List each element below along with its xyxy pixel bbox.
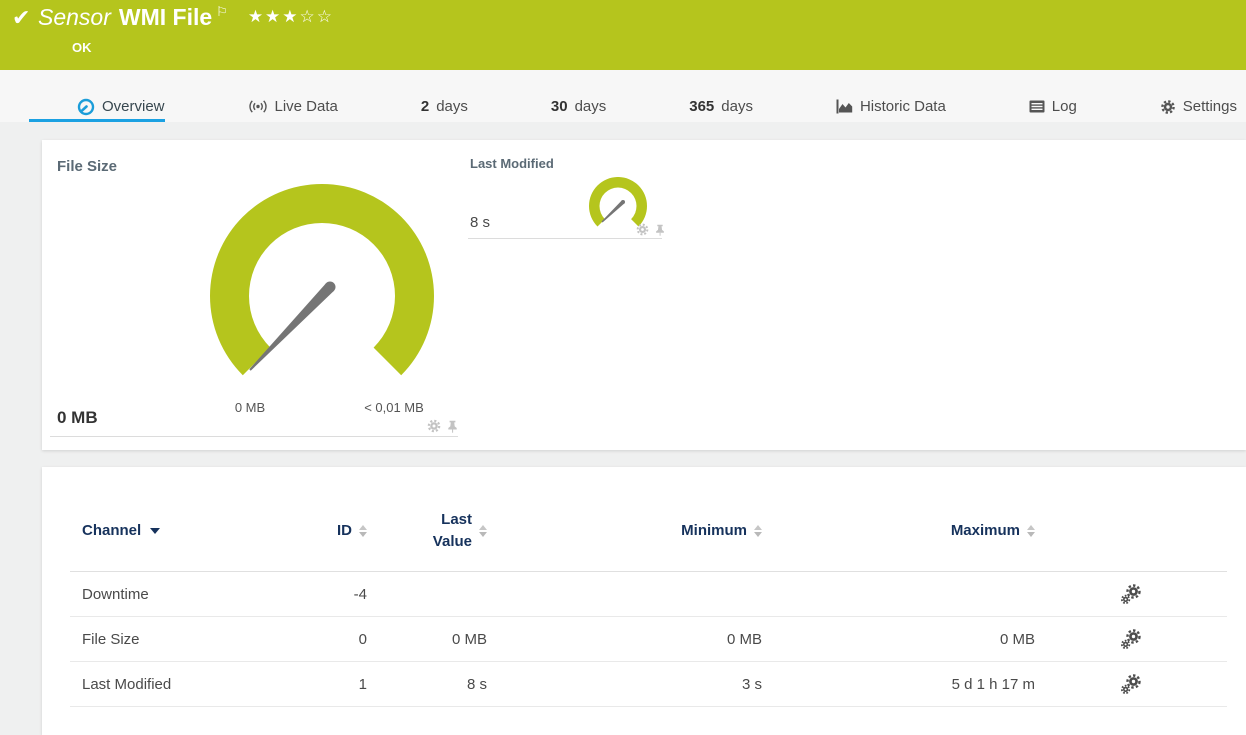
- gear-icon[interactable]: [636, 223, 649, 236]
- file-size-gauge: [210, 184, 434, 376]
- column-header-last-value[interactable]: Last Value: [367, 509, 487, 553]
- tab-label: days: [436, 98, 468, 115]
- sensor-title-line: Sensor WMI File ⚐ ★★★☆☆: [38, 4, 334, 31]
- table-header-row: Channel ID Last Value Minimum Maximum: [70, 490, 1227, 572]
- stars-empty: ☆☆: [299, 7, 335, 27]
- column-label: Maximum: [950, 522, 1020, 539]
- channel-settings-gears-icon[interactable]: [1121, 629, 1141, 649]
- tab-30-days[interactable]: 30 days: [551, 70, 606, 122]
- table-row-downtime[interactable]: Downtime -4: [70, 572, 1227, 617]
- column-header-maximum[interactable]: Maximum: [762, 522, 1035, 539]
- tab-label: Log: [1051, 98, 1077, 115]
- channel-settings-gears-icon[interactable]: [1121, 584, 1141, 604]
- channel-name: Downtime: [82, 585, 149, 603]
- tab-label: days: [721, 98, 753, 115]
- column-label: Channel: [82, 522, 142, 539]
- tab-label: Overview: [102, 98, 165, 115]
- channel-maximum: 5 d 1 h 17 m: [951, 675, 1035, 693]
- tab-bar: Overview Live Data 2 days 30 days 365 da…: [0, 70, 1246, 122]
- gauge-max-label: < 0,01 MB: [364, 400, 424, 415]
- channel-settings-gears-icon[interactable]: [1121, 674, 1141, 694]
- primary-gauge-value: 0 MB: [57, 408, 98, 427]
- table-row-last-modified[interactable]: Last Modified 1 8 s 3 s 5 d 1 h 17 m: [70, 662, 1227, 707]
- channel-name: Last Modified: [82, 675, 172, 693]
- tab-label: Historic Data: [859, 98, 946, 115]
- tab-2-days[interactable]: 2 days: [421, 70, 468, 122]
- gear-icon[interactable]: [427, 419, 441, 433]
- sort-arrows-icon: [479, 524, 487, 537]
- tab-number: 30: [550, 98, 568, 115]
- channel-last-value: 0 MB: [451, 630, 487, 648]
- sensor-overview-page: ✔ Sensor WMI File ⚐ ★★★☆☆ OK Overview Live …: [0, 0, 1246, 735]
- priority-flag-icon[interactable]: ⚐: [216, 5, 228, 20]
- channel-name: File Size: [82, 630, 140, 648]
- primary-gauge-title: File Size: [57, 158, 118, 175]
- primary-gauge-actions: [427, 419, 459, 433]
- secondary-gauge-value: 8 s: [470, 214, 491, 231]
- sort-arrows-icon: [754, 524, 762, 537]
- object-kind-label: Sensor: [38, 4, 111, 30]
- sort-caret-icon: [150, 527, 161, 534]
- status-badge: OK: [72, 40, 92, 55]
- tab-number: 2: [420, 98, 430, 115]
- status-ok-check-icon: ✔: [12, 6, 31, 31]
- live-icon: [248, 100, 267, 113]
- tab-365-days[interactable]: 365 days: [689, 70, 753, 122]
- tab-log[interactable]: Log: [1029, 70, 1077, 122]
- table-row-file-size[interactable]: File Size 0 0 MB 0 MB 0 MB: [70, 617, 1227, 662]
- sort-arrows-icon: [1027, 524, 1035, 537]
- priority-stars[interactable]: ★★★☆☆: [248, 7, 334, 27]
- log-icon: [1029, 100, 1045, 113]
- channel-id: 0: [358, 630, 367, 648]
- channel-maximum: 0 MB: [999, 630, 1035, 648]
- tab-label: Live Data: [274, 98, 338, 115]
- sort-arrows-icon: [359, 524, 367, 537]
- sensor-header: ✔ Sensor WMI File ⚐ ★★★☆☆ OK: [0, 0, 1246, 70]
- secondary-gauge-title: Last Modified: [470, 156, 554, 171]
- stars-filled: ★★★: [247, 7, 300, 27]
- tab-live-data[interactable]: Live Data: [248, 70, 338, 122]
- pin-icon[interactable]: [654, 224, 666, 236]
- tab-settings[interactable]: Settings: [1160, 70, 1237, 122]
- page-title: WMI File: [118, 4, 213, 30]
- gauges-panel: File Size 0 MB < 0,01 MB 0 MB Last Modif…: [42, 140, 1246, 450]
- column-label: Minimum: [681, 522, 747, 539]
- secondary-gauge-actions: [636, 223, 666, 236]
- channel-id: -4: [353, 585, 367, 603]
- tab-label: days: [574, 98, 607, 115]
- channel-minimum: 3 s: [741, 675, 762, 693]
- column-label: ID: [337, 522, 352, 539]
- channel-minimum: 0 MB: [726, 630, 762, 648]
- column-header-id[interactable]: ID: [292, 522, 367, 539]
- tab-number: 365: [689, 98, 715, 115]
- tab-overview[interactable]: Overview: [29, 70, 165, 122]
- channel-last-value: 8 s: [466, 675, 487, 693]
- gauge-icon: [77, 98, 95, 115]
- gear-icon: [1160, 99, 1175, 114]
- pin-icon[interactable]: [446, 420, 459, 433]
- channels-table: Channel ID Last Value Minimum Maximum Do…: [70, 490, 1227, 707]
- channels-panel: Channel ID Last Value Minimum Maximum Do…: [42, 467, 1246, 735]
- column-header-minimum[interactable]: Minimum: [487, 522, 762, 539]
- tab-historic-data[interactable]: Historic Data: [836, 70, 946, 122]
- channel-id: 1: [358, 675, 367, 693]
- tab-label: Settings: [1182, 98, 1237, 115]
- gauge-min-label: 0 MB: [234, 400, 266, 415]
- column-label: Last Value: [432, 510, 472, 550]
- secondary-gauge-divider: [468, 238, 662, 239]
- area-chart-icon: [836, 99, 853, 114]
- primary-gauge-divider: [50, 436, 458, 437]
- column-header-channel[interactable]: Channel: [70, 522, 292, 539]
